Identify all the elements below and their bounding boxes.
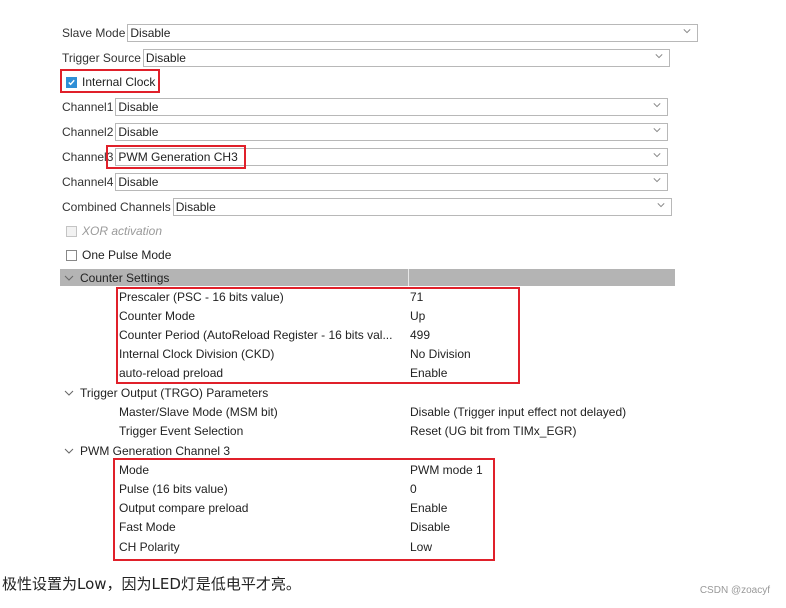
param-name: Pulse (16 bits value) (119, 481, 228, 496)
param-value[interactable]: Enable (410, 498, 447, 517)
slave-mode-value: Disable (130, 26, 171, 40)
param-name: Prescaler (PSC - 16 bits value) (119, 289, 284, 304)
param-value[interactable]: 0 (410, 479, 417, 498)
group-trgo-title: Trigger Output (TRGO) Parameters (80, 385, 269, 400)
param-name: Fast Mode (119, 519, 176, 534)
slave-mode-select[interactable]: Disable (127, 24, 699, 42)
channel2-label: Channel2 (62, 125, 114, 139)
group-counter-settings-title: Counter Settings (80, 270, 170, 285)
param-value[interactable]: 499 (410, 325, 430, 344)
channel2-row: Channel2 Disable (62, 122, 669, 142)
watermark: CSDN @zoacyf (699, 585, 770, 596)
xor-activation-checkbox: XOR activation (66, 222, 162, 240)
channel4-value: Disable (118, 175, 159, 189)
checkbox-unchecked-icon (66, 225, 77, 237)
param-value[interactable]: Up (410, 306, 425, 325)
combined-channels-select[interactable]: Disable (172, 198, 672, 216)
group-pwm-channel-3-title: PWM Generation Channel 3 (80, 443, 231, 458)
combined-channels-row: Combined Channels Disable (62, 197, 672, 217)
chevron-down-icon (64, 448, 74, 454)
channel3-select[interactable]: PWM Generation CH3 (115, 148, 669, 166)
channel3-row: Channel3 PWM Generation CH3 (62, 147, 669, 167)
param-name: Mode (119, 462, 150, 477)
param-value[interactable]: No Division (410, 344, 471, 363)
chevron-down-icon (683, 29, 691, 34)
trigger-source-label: Trigger Source (62, 51, 141, 65)
channel4-label: Channel4 (62, 175, 114, 189)
param-value[interactable]: Disable (Trigger input effect not delaye… (410, 402, 626, 421)
channel3-value: PWM Generation CH3 (118, 150, 238, 164)
chevron-down-icon (653, 178, 661, 183)
column-divider (408, 269, 409, 286)
one-pulse-mode-checkbox[interactable]: One Pulse Mode (66, 246, 171, 264)
chevron-down-icon (64, 390, 74, 396)
param-name: Trigger Event Selection (119, 423, 244, 438)
channel4-select[interactable]: Disable (115, 173, 669, 191)
internal-clock-label: Internal Clock (82, 75, 156, 89)
internal-clock-checkbox[interactable]: Internal Clock (66, 73, 155, 91)
param-name: Internal Clock Division (CKD) (119, 346, 275, 361)
param-name: CH Polarity (119, 539, 180, 554)
param-value[interactable]: Low (410, 537, 432, 556)
channel1-value: Disable (118, 100, 159, 114)
channel1-label: Channel1 (62, 100, 114, 114)
caption-text: 极性设置为Low，因为LED灯是低电平才亮。 (2, 575, 301, 593)
checkbox-unchecked-icon (66, 249, 77, 261)
param-name: auto-reload preload (119, 365, 224, 380)
param-name: Output compare preload (119, 500, 249, 515)
chevron-down-icon (657, 203, 665, 208)
group-counter-settings[interactable]: Counter Settings (60, 269, 675, 286)
combined-channels-label: Combined Channels (62, 200, 171, 214)
param-value[interactable]: Disable (410, 517, 450, 536)
slave-mode-row: Slave Mode Disable (62, 23, 699, 43)
param-value[interactable]: Reset (UG bit from TIMx_EGR) (410, 421, 576, 440)
trigger-source-row: Trigger Source Disable (62, 48, 670, 68)
channel1-row: Channel1 Disable (62, 97, 669, 117)
param-value[interactable]: 71 (410, 287, 423, 306)
chevron-down-icon (655, 54, 663, 59)
chevron-down-icon (653, 153, 661, 158)
trigger-source-select[interactable]: Disable (142, 49, 670, 67)
chevron-down-icon (653, 103, 661, 108)
xor-activation-label: XOR activation (82, 224, 163, 238)
param-name: Counter Period (AutoReload Register - 16… (119, 327, 393, 342)
group-pwm-channel-3[interactable]: PWM Generation Channel 3 (60, 441, 230, 460)
channel2-value: Disable (118, 125, 159, 139)
slave-mode-label: Slave Mode (62, 26, 126, 40)
chevron-down-icon (64, 275, 74, 281)
chevron-down-icon (653, 128, 661, 133)
channel1-select[interactable]: Disable (115, 98, 669, 116)
param-name: Master/Slave Mode (MSM bit) (119, 404, 278, 419)
channel2-select[interactable]: Disable (115, 123, 669, 141)
checkbox-checked-icon (66, 76, 77, 88)
param-name: Counter Mode (119, 308, 196, 323)
param-value[interactable]: PWM mode 1 (410, 460, 483, 479)
channel3-label: Channel3 (62, 150, 114, 164)
trigger-source-value: Disable (145, 51, 186, 65)
one-pulse-mode-label: One Pulse Mode (82, 248, 172, 262)
channel4-row: Channel4 Disable (62, 172, 669, 192)
param-value[interactable]: Enable (410, 363, 447, 382)
combined-channels-value: Disable (175, 200, 216, 214)
group-trgo[interactable]: Trigger Output (TRGO) Parameters (60, 383, 268, 402)
